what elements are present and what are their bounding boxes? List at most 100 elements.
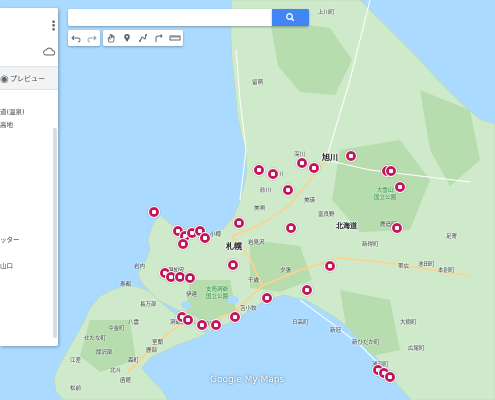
map-marker[interactable]: [324, 260, 336, 272]
map-canvas[interactable]: [0, 0, 495, 400]
panel-scrollbar[interactable]: [53, 128, 57, 338]
tools-group: [103, 30, 183, 46]
map-marker[interactable]: [301, 284, 313, 296]
map-marker[interactable]: [229, 311, 241, 323]
google-my-maps-watermark: Google My Maps: [210, 375, 285, 385]
more-vert-icon[interactable]: ⋮: [47, 20, 58, 33]
undo-redo-group: [68, 30, 100, 46]
place-label: 新得町: [362, 242, 379, 248]
place-label: 北斗: [110, 368, 122, 374]
lake-shikotsu: [227, 296, 239, 304]
park-label-daisetsuzan: 大雪山 国立公園: [374, 188, 397, 201]
place-label: 鹿部: [146, 348, 158, 354]
marker-icon: [124, 33, 130, 42]
line-icon: [139, 34, 147, 42]
place-label: 厚沢部: [96, 350, 113, 356]
map-marker[interactable]: [267, 168, 279, 180]
place-label: 苫小牧: [240, 306, 257, 312]
place-label: 夕張: [280, 268, 292, 274]
redo-icon: [87, 35, 97, 43]
map-app: 上川町 留萌 深川 滝川 砂川 美唄 岩見沢 千歳 苫小牧 日高町 新冠 新ひだ…: [0, 0, 495, 400]
lake-toya: [181, 301, 191, 309]
map-marker[interactable]: [261, 292, 273, 304]
place-label: 松前: [70, 386, 82, 392]
cloud-done-icon: [43, 47, 55, 56]
map-marker[interactable]: [253, 164, 265, 176]
hand-icon: [107, 33, 115, 43]
place-label: 寿都: [120, 282, 132, 288]
map-marker[interactable]: [391, 222, 403, 234]
directions-button[interactable]: [151, 30, 167, 46]
place-label: 室蘭: [152, 340, 164, 346]
map-marker[interactable]: [196, 319, 208, 331]
place-label: 森町: [128, 358, 140, 364]
map-marker[interactable]: [282, 184, 294, 196]
search-button[interactable]: [272, 9, 309, 26]
search-input[interactable]: [68, 9, 272, 26]
place-label: 長万部: [140, 302, 157, 308]
layer-item[interactable]: 山口: [0, 260, 13, 270]
eye-icon: ◉: [0, 74, 9, 85]
map-toolbar: [68, 30, 183, 46]
place-label: 小樽: [210, 232, 222, 238]
place-label: 伊達: [186, 292, 198, 298]
map-marker[interactable]: [148, 206, 160, 218]
place-label: 新ひだか町: [352, 340, 380, 346]
map-marker[interactable]: [384, 371, 396, 383]
place-label: 砂川: [260, 188, 272, 194]
map-marker[interactable]: [385, 165, 397, 177]
place-label: 岩見沢: [248, 240, 265, 246]
preview-button[interactable]: ◉ プレビュー: [0, 66, 58, 90]
add-marker-button[interactable]: [119, 30, 135, 46]
measure-button[interactable]: [167, 30, 183, 46]
draw-line-button[interactable]: [135, 30, 151, 46]
map-marker[interactable]: [233, 217, 245, 229]
map-marker[interactable]: [285, 222, 297, 234]
undo-button[interactable]: [68, 30, 84, 46]
park-label-shikotsu-toya: 支笏洞爺 国立公園: [206, 287, 229, 300]
place-label: 池田町: [418, 262, 435, 268]
place-label: 広尾町: [408, 346, 425, 352]
redo-button[interactable]: [84, 30, 100, 46]
map-marker[interactable]: [345, 150, 357, 162]
ruler-icon: [169, 35, 181, 41]
place-label: 美唄: [254, 206, 266, 212]
map-marker[interactable]: [177, 238, 189, 250]
place-label: 大樹町: [400, 320, 417, 326]
city-label-asahikawa: 旭川: [322, 153, 338, 162]
map-marker[interactable]: [210, 319, 222, 331]
place-label: せたな町: [84, 336, 107, 342]
place-label: 日高町: [292, 320, 309, 326]
layer-item[interactable]: 高地: [0, 119, 13, 129]
place-label: 八雲: [128, 320, 140, 326]
place-label: 千歳: [248, 278, 260, 284]
place-label: 足寄: [446, 234, 458, 240]
hand-tool-button[interactable]: [103, 30, 119, 46]
place-label: 美瑛: [304, 198, 316, 204]
map-marker[interactable]: [394, 181, 406, 193]
place-label: 帯広: [398, 264, 410, 270]
map-marker[interactable]: [227, 259, 239, 271]
place-label: 岩内: [134, 264, 146, 270]
route-icon: [155, 34, 163, 42]
search-icon: [286, 13, 295, 22]
map-marker[interactable]: [308, 162, 320, 174]
place-label: 函館: [120, 378, 132, 384]
map-marker[interactable]: [182, 314, 194, 326]
undo-icon: [71, 35, 81, 43]
place-label: 今金町: [108, 326, 125, 332]
place-label: 新冠: [330, 328, 342, 334]
place-label: 江差: [70, 358, 82, 364]
city-label-sapporo: 札幌: [226, 242, 242, 251]
map-marker[interactable]: [296, 157, 308, 169]
map-marker[interactable]: [199, 232, 211, 244]
place-label: 富良野: [318, 212, 335, 218]
place-label: 留萌: [252, 80, 264, 86]
preview-label: プレビュー: [10, 75, 45, 83]
region-label-hokkaido: 北海道: [336, 222, 357, 230]
layer-item[interactable]: 道(温泉): [0, 106, 25, 116]
place-label: 本別町: [438, 268, 455, 274]
layer-item[interactable]: ッター: [0, 234, 20, 244]
place-label: 上川町: [318, 10, 335, 16]
map-marker[interactable]: [184, 272, 196, 284]
